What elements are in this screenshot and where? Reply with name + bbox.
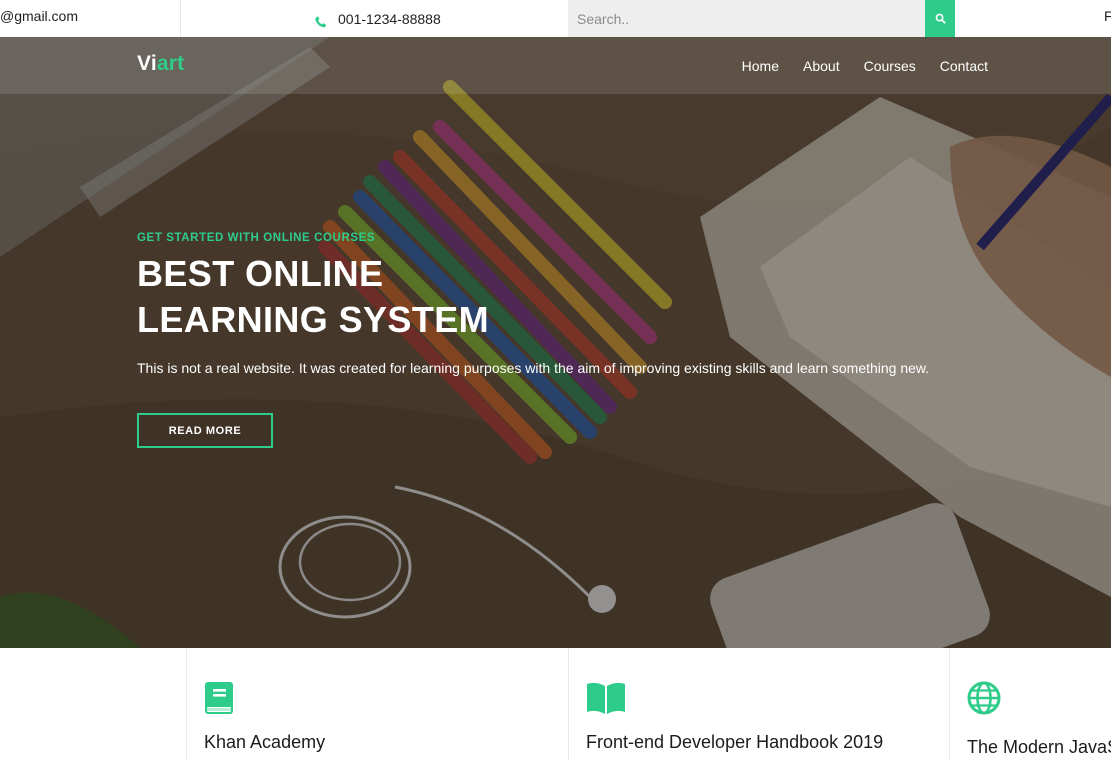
hero-content: GET STARTED WITH ONLINE COURSES BEST ONL… bbox=[137, 232, 937, 376]
hero-banner: Viart Home About Courses Contact GET STA… bbox=[0, 37, 1111, 648]
site-logo[interactable]: Viart bbox=[137, 52, 184, 76]
contact-phone[interactable]: 001-1234-88888 bbox=[314, 0, 441, 37]
search-input[interactable] bbox=[568, 0, 925, 37]
phone-number: 001-1234-88888 bbox=[338, 10, 441, 27]
hero-headline-line1: BEST ONLINE bbox=[137, 253, 384, 294]
card-title: The Modern JavaS bbox=[967, 737, 1111, 757]
phone-icon bbox=[314, 9, 329, 28]
hero-headline: BEST ONLINE LEARNING SYSTEM bbox=[137, 251, 937, 343]
hero-headline-line2: LEARNING SYSTEM bbox=[137, 299, 490, 340]
book-icon bbox=[204, 681, 236, 715]
card-title: Khan Academy bbox=[204, 732, 326, 752]
logo-main-text: Vi bbox=[137, 52, 157, 75]
nav-contact[interactable]: Contact bbox=[940, 58, 988, 74]
nav-about[interactable]: About bbox=[803, 58, 840, 74]
hero-kicker: GET STARTED WITH ONLINE COURSES bbox=[137, 232, 376, 244]
course-card[interactable]: Front-end Developer Handbook 2019 bbox=[568, 648, 949, 760]
open-book-icon bbox=[586, 681, 625, 715]
card-title: Front-end Developer Handbook 2019 bbox=[586, 732, 884, 752]
main-nav: Home About Courses Contact bbox=[742, 37, 988, 94]
read-more-button[interactable]: READ MORE bbox=[137, 413, 273, 448]
nav-courses[interactable]: Courses bbox=[864, 58, 916, 74]
globe-icon bbox=[967, 681, 1001, 715]
feature-cards: Khan Academy Front-end Developer Handboo… bbox=[0, 648, 1111, 760]
nav-home[interactable]: Home bbox=[742, 58, 779, 74]
search-icon bbox=[935, 13, 946, 24]
search-box bbox=[568, 0, 925, 37]
course-card[interactable]: The Modern JavaS bbox=[949, 648, 1111, 760]
search-button[interactable] bbox=[925, 0, 955, 37]
top-bar: @gmail.com 001-1234-88888 F bbox=[0, 0, 1111, 37]
logo-accent-text: art bbox=[156, 52, 185, 75]
topbar-overflow-text: F bbox=[1104, 8, 1111, 24]
course-card[interactable]: Khan Academy bbox=[186, 648, 568, 760]
main-navbar: Viart Home About Courses Contact bbox=[0, 37, 1111, 94]
hero-lead: This is not a real website. It was creat… bbox=[137, 360, 930, 376]
contact-email[interactable]: @gmail.com bbox=[0, 0, 181, 37]
